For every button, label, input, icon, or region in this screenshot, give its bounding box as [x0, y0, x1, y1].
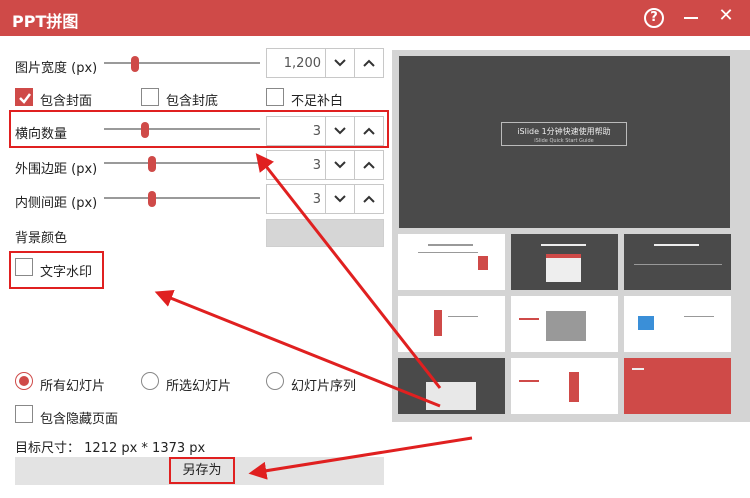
- window-title: PPT拼图: [12, 12, 79, 31]
- include-cover-label: 包含封面: [40, 94, 93, 109]
- slider-thumb[interactable]: [148, 191, 156, 207]
- watermark-highlight-box: [9, 251, 104, 289]
- pad-blank-checkbox[interactable]: [266, 88, 284, 106]
- width-value[interactable]: 1,200: [284, 56, 321, 71]
- slider-track: [104, 197, 260, 199]
- chevron-down-icon[interactable]: [325, 151, 354, 179]
- preview-title-box: iSlide 1分钟快速使用帮助 iSlide Quick Start Guid…: [501, 122, 627, 146]
- thumb-line: [684, 316, 714, 317]
- chevron-down-icon[interactable]: [325, 49, 354, 77]
- preview-main-slide: iSlide 1分钟快速使用帮助 iSlide Quick Start Guid…: [399, 56, 730, 228]
- preview-thumb: [398, 358, 505, 414]
- chevron-up-icon[interactable]: [354, 49, 383, 77]
- save-as-button[interactable]: 另存为: [169, 457, 235, 484]
- include-back-label: 包含封底: [166, 94, 219, 109]
- preview-thumb: [398, 234, 505, 290]
- thumb-block: [426, 382, 476, 410]
- bg-color-swatch[interactable]: [266, 219, 384, 247]
- minimize-icon[interactable]: [684, 17, 698, 19]
- preview-thumb: [511, 296, 618, 352]
- thumb-line: [448, 316, 478, 317]
- include-cover-checkbox[interactable]: [15, 88, 33, 106]
- chevron-up-icon[interactable]: [354, 185, 383, 213]
- slider-track: [104, 62, 260, 64]
- scope-selected-radio[interactable]: [141, 372, 159, 390]
- preview-thumb: [398, 296, 505, 352]
- thumb-block: [478, 256, 488, 270]
- thumb-line: [632, 368, 644, 370]
- outer-margin-label: 外围边距 (px): [15, 162, 98, 177]
- include-hidden-checkbox[interactable]: [15, 405, 33, 423]
- preview-thumb: [624, 358, 731, 414]
- thumb-line: [418, 252, 478, 253]
- slider-thumb[interactable]: [148, 156, 156, 172]
- title-bar: PPT拼图 ? ✕: [0, 0, 750, 36]
- preview-thumb: [511, 234, 618, 290]
- inner-margin-slider[interactable]: [104, 191, 260, 207]
- scope-sequence-radio[interactable]: [266, 372, 284, 390]
- width-stepper[interactable]: 1,200: [266, 48, 384, 78]
- slider-thumb[interactable]: [131, 56, 139, 72]
- chevron-up-icon[interactable]: [354, 151, 383, 179]
- scope-all-radio[interactable]: [15, 372, 33, 390]
- inner-margin-value[interactable]: 3: [313, 192, 321, 207]
- thumb-line: [519, 380, 539, 382]
- thumb-block: [569, 372, 579, 402]
- scope-sequence-label: 幻灯片序列: [291, 379, 357, 394]
- inner-margin-stepper[interactable]: 3: [266, 184, 384, 214]
- preview-subtitle: iSlide Quick Start Guide: [534, 138, 594, 144]
- thumb-line: [428, 244, 473, 246]
- bg-color-label: 背景颜色: [15, 231, 68, 246]
- thumb-block: [546, 254, 581, 258]
- include-hidden-label: 包含隐藏页面: [40, 412, 119, 427]
- thumb-line: [541, 244, 586, 246]
- preview-thumb: [511, 358, 618, 414]
- outer-margin-stepper[interactable]: 3: [266, 150, 384, 180]
- width-label: 图片宽度 (px): [15, 61, 98, 76]
- thumb-block: [546, 311, 586, 341]
- preview-thumb: [624, 296, 731, 352]
- outer-margin-slider[interactable]: [104, 156, 260, 172]
- width-slider[interactable]: [104, 56, 260, 72]
- scope-all-label: 所有幻灯片: [40, 379, 106, 394]
- preview-thumb: [624, 234, 731, 290]
- chevron-down-icon[interactable]: [325, 185, 354, 213]
- close-icon[interactable]: ✕: [716, 5, 736, 29]
- thumb-block: [434, 310, 442, 336]
- outer-margin-value[interactable]: 3: [313, 158, 321, 173]
- thumb-block: [638, 316, 654, 330]
- help-icon[interactable]: ?: [644, 8, 664, 28]
- preview-panel: iSlide 1分钟快速使用帮助 iSlide Quick Start Guid…: [392, 50, 750, 422]
- thumb-line: [634, 264, 722, 265]
- inner-margin-label: 内侧间距 (px): [15, 196, 98, 211]
- target-size-text: 目标尺寸： 1212 px * 1373 px: [15, 441, 206, 456]
- include-back-checkbox[interactable]: [141, 88, 159, 106]
- columns-highlight-box: [9, 110, 389, 148]
- thumb-line: [519, 318, 539, 320]
- thumb-line: [654, 244, 699, 246]
- preview-title: iSlide 1分钟快速使用帮助: [517, 127, 611, 136]
- scope-selected-label: 所选幻灯片: [166, 379, 232, 394]
- pad-blank-label: 不足补白: [291, 94, 344, 109]
- thumb-block: [546, 254, 581, 282]
- slider-track: [104, 162, 260, 164]
